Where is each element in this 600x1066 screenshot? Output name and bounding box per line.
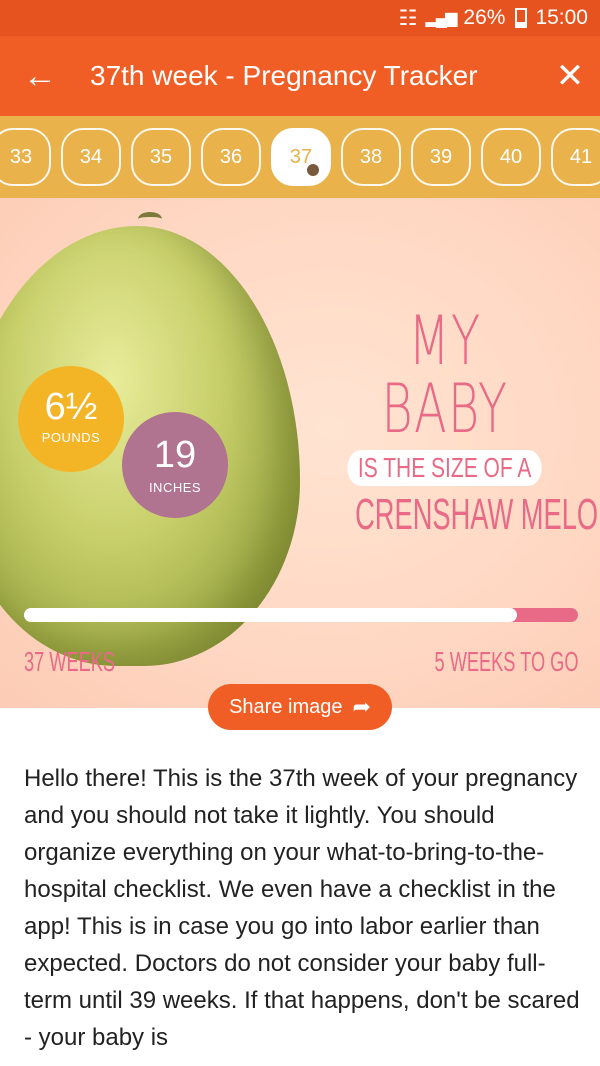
back-arrow-icon[interactable]: ← [0, 59, 80, 93]
caption-line-1: MY BABY [381, 302, 509, 449]
baby-size-hero: 6½ POUNDS 19 INCHES MY BABY IS THE SIZE … [0, 198, 600, 708]
page-title: 37th week - Pregnancy Tracker [90, 60, 478, 91]
pregnancy-progress-bar [24, 608, 578, 622]
week-item-35[interactable]: 35 [131, 128, 191, 186]
wifi-icon: ☷ [398, 6, 418, 30]
week-number: 40 [499, 145, 523, 168]
app-bar: ← 37th week - Pregnancy Tracker ✕ [0, 36, 600, 116]
week-selector[interactable]: 33 34 35 36 37 38 39 40 41 [0, 116, 600, 198]
length-value: 19 [153, 434, 197, 476]
clock: 15:00 [535, 6, 588, 29]
size-caption: MY BABY IS THE SIZE OF A CRENSHAW MELON [300, 302, 600, 540]
share-label: Share image [229, 695, 343, 718]
week-number: 39 [429, 145, 453, 168]
progress-fill [24, 608, 518, 622]
baby-avatar-icon [305, 162, 321, 178]
week-item-39[interactable]: 39 [411, 128, 471, 186]
week-number: 35 [149, 145, 173, 168]
close-icon[interactable]: ✕ [540, 56, 600, 96]
week-item-37[interactable]: 37 [271, 128, 331, 186]
length-badge: 19 INCHES [122, 412, 228, 518]
caption-line-3: CRENSHAW MELON [355, 490, 600, 539]
weight-unit: POUNDS [41, 430, 101, 445]
length-unit: INCHES [148, 480, 202, 495]
weight-value: 6½ [44, 386, 98, 428]
battery-percent: 26% [463, 6, 506, 29]
caption-line-2: IS THE SIZE OF A [347, 450, 543, 486]
week-number: 33 [9, 145, 33, 168]
share-arrow-icon: ➦ [352, 694, 371, 719]
week-item-34[interactable]: 34 [61, 128, 121, 186]
share-image-button[interactable]: Share image ➦ [208, 684, 392, 730]
weeks-left-label: 5 WEEKS TO GO [434, 646, 578, 677]
week-number: 41 [569, 145, 593, 168]
week-number: 36 [219, 145, 243, 168]
week-item-36[interactable]: 36 [201, 128, 261, 186]
weight-badge: 6½ POUNDS [18, 366, 124, 472]
battery-icon [515, 8, 528, 28]
week-number: 38 [359, 145, 383, 168]
status-bar: ☷ ▂▄▆ 26% 15:00 [0, 0, 600, 36]
week-item-33[interactable]: 33 [0, 128, 51, 186]
week-item-41[interactable]: 41 [551, 128, 600, 186]
signal-icon: ▂▄▆ [425, 10, 457, 27]
week-item-40[interactable]: 40 [481, 128, 541, 186]
week-number: 34 [79, 145, 103, 168]
week-description: Hello there! This is the 37th week of yo… [24, 765, 580, 1051]
melon-stem [138, 212, 162, 226]
weeks-done-label: 37 WEEKS [24, 646, 116, 677]
week-item-38[interactable]: 38 [341, 128, 401, 186]
